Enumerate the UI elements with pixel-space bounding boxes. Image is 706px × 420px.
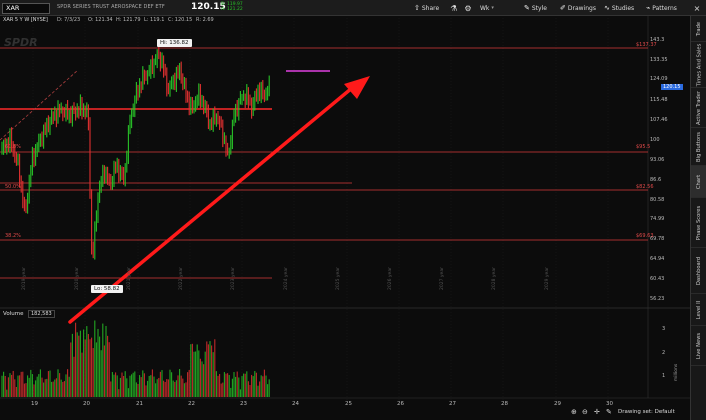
y-axis-label: 60.43 <box>650 276 665 282</box>
tab-level-ii[interactable]: Level II <box>691 294 706 326</box>
chart-low: L: 119.1 <box>144 17 165 23</box>
x-axis-label: 22 <box>188 401 195 407</box>
fibonacci-lines[interactable] <box>0 47 648 279</box>
side-tab-bar: Trade Times And Sales Active Trader Big … <box>690 16 706 420</box>
year-marker-label: 2020 year <box>74 267 80 290</box>
year-marker-label: 2025 year <box>335 267 341 290</box>
y-axis-label: 86.6 <box>650 177 662 183</box>
fib-label-right: $69.63 <box>636 233 654 239</box>
x-axis-label: 21 <box>136 401 143 407</box>
tab-phase-scores[interactable]: Phase Scores <box>691 198 706 248</box>
ask-value: A: 121.22 <box>221 7 243 12</box>
grid <box>32 18 609 400</box>
high-marker-label: Hi: 136.82 <box>157 39 192 47</box>
zoom-out-icon[interactable]: ⊖ <box>582 408 588 416</box>
fib-label-left: 61.8% <box>5 144 21 150</box>
chart-close: C: 120.15 <box>168 17 193 23</box>
tab-chart[interactable]: Chart <box>691 166 706 198</box>
x-axis-label: 20 <box>83 401 90 407</box>
chart-date: D: 7/3/23 <box>57 17 81 23</box>
volume-bars <box>1 320 270 397</box>
drawing-set-status[interactable]: Drawing set: Default <box>618 409 675 415</box>
volume-value: 182,583 <box>28 310 55 318</box>
tab-times-and-sales[interactable]: Times And Sales <box>691 42 706 88</box>
tab-live-news[interactable]: Live News <box>691 326 706 366</box>
gear-icon[interactable]: ⚙ <box>462 2 474 14</box>
studies-icon: ∿ <box>604 4 610 12</box>
x-axis-label: 19 <box>31 401 38 407</box>
share-icon: ⇧ <box>414 4 420 12</box>
year-marker-label: 2023 year <box>230 267 236 290</box>
year-marker-label: 2021 year <box>126 267 132 290</box>
company-name: SPDR SERIES TRUST AEROSPACE DEF ETF <box>57 4 165 10</box>
y-axis-label: 100 <box>650 137 660 143</box>
price-bars <box>1 45 270 260</box>
chevron-down-icon: ▾ <box>491 5 494 11</box>
chart-open: O: 121.34 <box>88 17 113 23</box>
fib-label-left: 38.2% <box>5 233 21 239</box>
volume-label: Volume <box>3 311 24 317</box>
patterns-button[interactable]: ⌁ Patterns <box>646 2 677 14</box>
style-button[interactable]: ✎ Style <box>524 2 547 14</box>
studies-button[interactable]: ∿ Studies <box>604 2 634 14</box>
volume-y-label: 3 <box>662 326 666 332</box>
x-axis-label: 23 <box>240 401 247 407</box>
symbol-input[interactable]: XAR <box>2 3 50 14</box>
x-axis-label: 26 <box>397 401 404 407</box>
x-axis-label: 24 <box>292 401 299 407</box>
fib-label-right: $82.56 <box>636 184 654 190</box>
patterns-icon: ⌁ <box>646 4 651 12</box>
year-marker-label: 2026 year <box>387 267 393 290</box>
current-price-tag: 120.15 <box>661 84 683 90</box>
chart-range: R: 2.69 <box>196 17 214 23</box>
y-axis-label: 74.99 <box>650 216 665 222</box>
pencil-icon[interactable]: ✎ <box>606 408 612 416</box>
fib-label-left: 50.0% <box>5 184 21 190</box>
style-icon: ✎ <box>524 4 530 12</box>
chart-toolbar: XAR SPDR SERIES TRUST AEROSPACE DEF ETF … <box>0 0 706 16</box>
chart-description: XAR 5 Y W [NYSE] <box>3 17 48 23</box>
year-marker-label: 2019 year <box>21 267 27 290</box>
x-axis-label: 27 <box>449 401 456 407</box>
year-marker-label: 2029 year <box>544 267 550 290</box>
y-axis-label: 93.06 <box>650 157 665 163</box>
y-axis-label: 56.23 <box>650 296 665 302</box>
x-axis-label: 29 <box>554 401 561 407</box>
tab-big-buttons[interactable]: Big Buttons <box>691 128 706 166</box>
y-axis-label: 80.58 <box>650 197 665 203</box>
year-marker-label: 2028 year <box>491 267 497 290</box>
tab-active-trader[interactable]: Active Trader <box>691 88 706 128</box>
x-axis-label: 25 <box>345 401 352 407</box>
drawings-icon: ✐ <box>560 4 566 12</box>
year-marker-label: 2027 year <box>439 267 445 290</box>
chart-high: H: 121.79 <box>116 17 141 23</box>
y-axis-label: 107.46 <box>650 117 668 123</box>
volume-y-label: 2 <box>662 350 666 356</box>
close-icon[interactable]: × <box>691 2 703 14</box>
year-marker-label: 2022 year <box>178 267 184 290</box>
y-axis-label: 133.35 <box>650 57 668 63</box>
drawings-button[interactable]: ✐ Drawings <box>560 2 596 14</box>
crosshair-icon[interactable]: ✛ <box>594 408 600 416</box>
y-axis-label: 124.09 <box>650 76 668 82</box>
x-axis-label: 30 <box>606 401 613 407</box>
share-button[interactable]: ⇧ Share <box>414 2 439 14</box>
interval-button[interactable]: Wk ▾ <box>480 2 494 14</box>
price-chart[interactable]: 2019 year 2020 year 2021 year 2022 year 2023… <box>0 16 690 420</box>
spdr-logo-watermark: SPDR <box>4 36 38 49</box>
x-axis-label: 28 <box>501 401 508 407</box>
fib-label-right: $137.37 <box>636 42 657 48</box>
fib-label-right: $95.5 <box>636 144 651 150</box>
y-axis-label: 64.94 <box>650 256 665 262</box>
volume-y-label: 1 <box>662 373 666 379</box>
low-marker-label: Lo: 58.82 <box>91 285 123 293</box>
year-marker-label: 2024 year <box>283 267 289 290</box>
flask-icon[interactable]: ⚗ <box>448 2 460 14</box>
tab-trade[interactable]: Trade <box>691 16 706 42</box>
tab-dashboard[interactable]: Dashboard <box>691 248 706 294</box>
zoom-in-icon[interactable]: ⊕ <box>571 408 577 416</box>
volume-unit: millions <box>674 363 680 382</box>
bid-ask: B: 119.97 A: 121.22 <box>221 2 243 12</box>
y-axis-label: 115.48 <box>650 97 668 103</box>
